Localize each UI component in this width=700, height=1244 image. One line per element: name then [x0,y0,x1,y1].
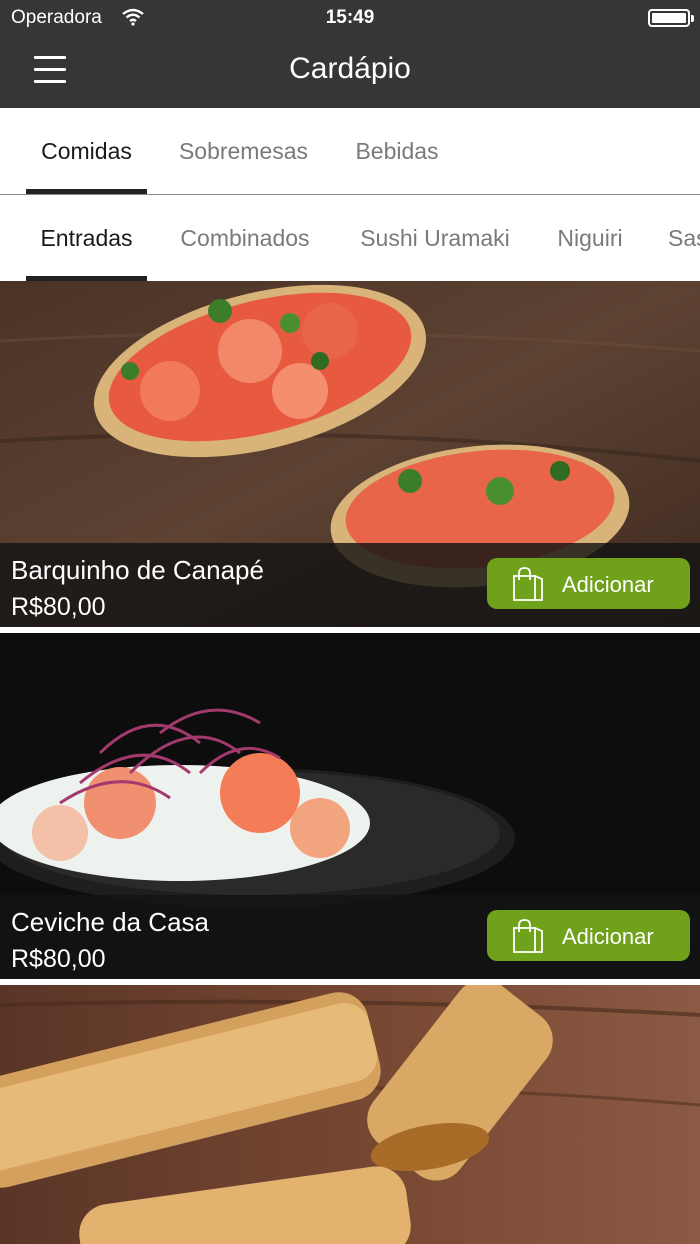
shopping-bag-icon [513,919,543,953]
battery-icon [648,9,694,27]
menu-item-list[interactable]: Barquinho de Canapé R$80,00 Adicionar Ce… [0,281,700,1244]
add-button-label: Adicionar [562,924,654,949]
tab-sas[interactable]: Sas [660,195,700,281]
item-info-bar: Barquinho de Canapé R$80,00 Adicionar [0,543,700,627]
item-name: Ceviche da Casa [11,907,209,937]
tab-label: Niguiri [557,224,623,251]
tab-label: Entradas [40,224,133,251]
tab-comidas[interactable]: Comidas [26,108,147,194]
add-button-label: Adicionar [562,572,654,597]
tab-label: Combinados [180,224,310,251]
status-bar: Operadora 15:49 [0,0,700,36]
tab-label: Sobremesas [178,137,309,164]
shopping-bag-icon [513,567,543,601]
tab-niguiri[interactable]: Niguiri [545,195,635,281]
subcategory-tabs: Entradas Combinados Sushi Uramaki Niguir… [0,195,700,281]
item-info-bar: Ceviche da Casa R$80,00 Adicionar [0,895,700,979]
tab-sobremesas[interactable]: Sobremesas [163,108,324,194]
active-tab-indicator [26,189,147,194]
add-to-cart-button[interactable]: Adicionar [487,558,690,609]
page-title: Cardápio [289,52,411,85]
tab-bebidas[interactable]: Bebidas [340,108,454,194]
tab-label: Comidas [41,137,132,164]
category-tabs: Comidas Sobremesas Bebidas [0,108,700,195]
tab-label: Bebidas [355,137,439,164]
menu-item-card[interactable]: Ceviche da Casa R$80,00 Adicionar [0,633,700,979]
food-photo [0,985,700,1244]
menu-item-card[interactable]: Barquinho de Canapé R$80,00 Adicionar [0,281,700,627]
tab-label: Sas [668,224,700,251]
item-price: R$80,00 [11,945,106,973]
menu-item-card[interactable] [0,985,700,1244]
app-header: Operadora 15:49 Cardápio [0,0,700,108]
tab-sushi-uramaki[interactable]: Sushi Uramaki [344,195,526,281]
tab-combinados[interactable]: Combinados [164,195,326,281]
item-price: R$80,00 [11,593,106,621]
tab-label: Sushi Uramaki [360,224,510,251]
add-to-cart-button[interactable]: Adicionar [487,910,690,961]
tab-entradas[interactable]: Entradas [26,195,147,281]
clock: 15:49 [325,7,375,28]
item-name: Barquinho de Canapé [11,555,264,585]
